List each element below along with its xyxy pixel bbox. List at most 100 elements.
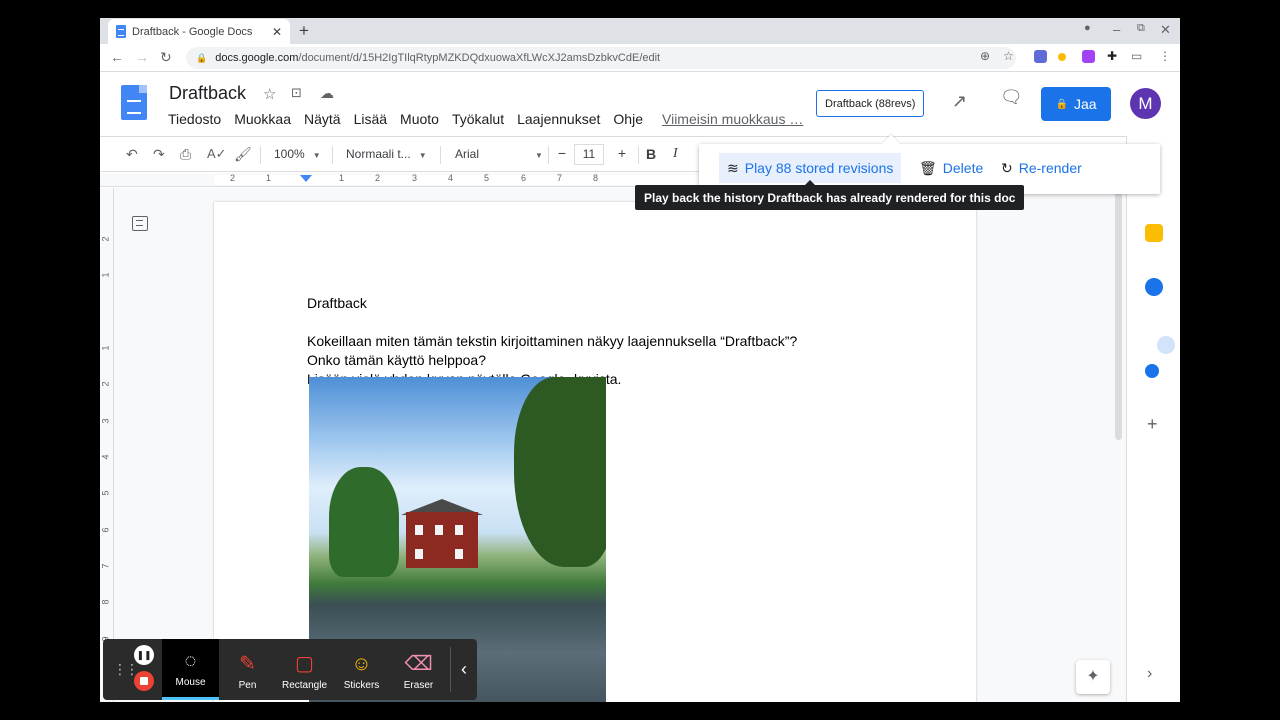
refresh-icon: ↻ (1001, 159, 1013, 176)
menu-help[interactable]: Ohje (613, 111, 643, 127)
browser-menu-icon[interactable]: ⋮ (1159, 49, 1171, 63)
tool-rectangle[interactable]: ▢ Rectangle (276, 639, 333, 700)
keep-icon[interactable] (1145, 224, 1163, 242)
bookmark-star-icon[interactable]: ☆ (1003, 49, 1014, 63)
comments-icon[interactable]: 🗨 (1000, 87, 1023, 108)
document-heading: Draftback (307, 295, 367, 311)
last-edit-link[interactable]: Viimeisin muokkaus … (662, 111, 803, 127)
close-window-button[interactable]: ✕ (1160, 22, 1171, 38)
toolbar-divider (638, 146, 639, 164)
stop-recording-button[interactable] (134, 671, 154, 691)
address-bar[interactable]: 🔒 docs.google.com/document/d/15H2IgTIlqR… (186, 47, 1016, 69)
tool-pen[interactable]: ✎ Pen (219, 639, 276, 700)
vertical-scrollbar[interactable] (1115, 188, 1122, 440)
voice-typing-icon[interactable] (1157, 336, 1175, 354)
undo-icon[interactable]: ↶ (126, 146, 138, 163)
drag-handle-icon[interactable]: ⋮⋮ (113, 661, 139, 678)
ruler-number: 1 (339, 173, 345, 183)
tasks-icon[interactable] (1145, 278, 1163, 296)
browser-tab[interactable]: Draftback - Google Docs ✕ (108, 19, 290, 44)
rerender-label: Re-render (1018, 160, 1082, 176)
collapse-toolbar-chevron-left-icon[interactable]: ‹ (450, 647, 477, 692)
move-folder-icon[interactable]: ⊡ (291, 85, 302, 101)
re-render-button[interactable]: ↻ Re-render (1001, 153, 1082, 183)
document-title[interactable]: Draftback (169, 83, 246, 104)
star-icon[interactable]: ☆ (263, 85, 276, 103)
extension-draftback-icon[interactable] (1034, 50, 1047, 63)
ruler-number: 4 (448, 173, 454, 183)
spellcheck-icon[interactable]: A✓ (207, 146, 227, 162)
ruler-number: 3 (412, 173, 418, 183)
redo-icon[interactable]: ↷ (153, 146, 165, 163)
add-addon-icon[interactable]: + (1147, 414, 1158, 435)
ruler-number: 7 (100, 563, 111, 569)
tool-mouse[interactable]: ◌ Mouse (162, 639, 219, 700)
bold-button[interactable]: B (646, 146, 656, 162)
pause-recording-button[interactable]: ❚❚ (134, 645, 154, 665)
document-outline-icon[interactable] (132, 216, 148, 231)
menu-file[interactable]: Tiedosto (168, 111, 221, 127)
docs-header: Draftback ☆ ⊡ ☁ Tiedosto Muokkaa Näytä L… (100, 73, 1180, 135)
italic-button[interactable]: I (673, 146, 678, 162)
ruler-number: 6 (100, 527, 111, 533)
tool-eraser[interactable]: ⌫ Eraser (390, 639, 447, 700)
extension-yellow-icon[interactable] (1058, 53, 1066, 61)
tool-label: Rectangle (281, 680, 328, 691)
play-stored-revisions-button[interactable]: ≋ Play 88 stored revisions (719, 153, 902, 183)
ruler-number: 7 (557, 173, 563, 183)
draftback-button[interactable]: Draftback (88revs) (816, 90, 925, 117)
zoom-icon[interactable]: ⊕ (980, 49, 990, 63)
url-path: /document/d/15H2IgTIlqRtypMZKDQdxuowaXfL… (298, 52, 661, 64)
minimize-window-button[interactable]: ‒ (1113, 22, 1120, 37)
ruler-number: 1 (100, 272, 111, 278)
decrease-font-size-button[interactable]: − (552, 144, 572, 165)
photo-tree (329, 467, 399, 577)
font-select[interactable]: Arial ▼ (455, 147, 543, 161)
document-body[interactable]: Draftback Kokeillaan miten tämän tekstin… (307, 294, 797, 389)
new-tab-button[interactable]: + (299, 21, 309, 41)
increase-font-size-button[interactable]: + (612, 144, 632, 165)
menu-edit[interactable]: Muokkaa (234, 111, 291, 127)
document-page[interactable]: Draftback Kokeillaan miten tämän tekstin… (214, 202, 976, 702)
playback-icon: ≋ (727, 159, 739, 176)
delete-button[interactable]: 🗑 Delete (919, 153, 983, 183)
tab-close-icon[interactable]: ✕ (272, 25, 282, 39)
profile-menu-icon[interactable]: ● (1084, 22, 1091, 34)
paint-format-icon[interactable]: 🖌 (234, 146, 252, 163)
menu-view[interactable]: Näytä (304, 111, 341, 127)
reload-button[interactable]: ↻ (160, 49, 172, 66)
menu-extensions[interactable]: Laajennukset (517, 111, 600, 127)
cast-icon[interactable]: ▭ (1131, 49, 1142, 63)
activity-trend-icon[interactable]: ↗ (952, 91, 967, 112)
paragraph-style-select[interactable]: Normaali t... ▼ (346, 147, 427, 161)
extensions-puzzle-icon[interactable]: ✚ (1107, 49, 1117, 63)
forward-button[interactable]: → (135, 49, 149, 65)
browser-address-row: ← → ↻ 🔒 docs.google.com/document/d/15H2I… (100, 44, 1180, 72)
print-icon[interactable]: ⎙ (180, 146, 191, 163)
extension-b-icon[interactable] (1082, 50, 1095, 63)
ruler-number: 8 (593, 173, 599, 183)
empty-line (307, 313, 797, 332)
chevron-down-icon: ▼ (535, 151, 543, 160)
cloud-status-icon[interactable]: ☁ (320, 85, 334, 102)
tool-stickers[interactable]: ☺ Stickers (333, 639, 390, 700)
translate-icon[interactable] (1145, 364, 1159, 378)
zoom-select[interactable]: 100% ▼ (274, 147, 321, 161)
hide-side-panel-chevron-right-icon[interactable]: › (1147, 665, 1152, 683)
lock-icon: 🔒 (1055, 98, 1068, 110)
tab-title: Draftback - Google Docs (132, 25, 253, 38)
back-button[interactable]: ← (110, 49, 124, 65)
menu-insert[interactable]: Lisää (354, 111, 387, 127)
toolbar-divider (332, 146, 333, 164)
font-size-input[interactable]: 11 (574, 144, 604, 165)
google-docs-logo-icon[interactable] (121, 85, 147, 120)
eraser-icon: ⌫ (404, 653, 433, 675)
explore-button[interactable]: ✦ (1076, 660, 1110, 694)
menu-format[interactable]: Muoto (400, 111, 439, 127)
menu-tools[interactable]: Työkalut (452, 111, 504, 127)
share-button[interactable]: 🔒 Jaa (1041, 87, 1111, 121)
left-indent-marker[interactable] (300, 175, 312, 182)
restore-window-button[interactable]: ⧉ (1137, 22, 1145, 35)
avatar[interactable]: M (1130, 88, 1161, 119)
tool-label: Pen (238, 680, 257, 691)
